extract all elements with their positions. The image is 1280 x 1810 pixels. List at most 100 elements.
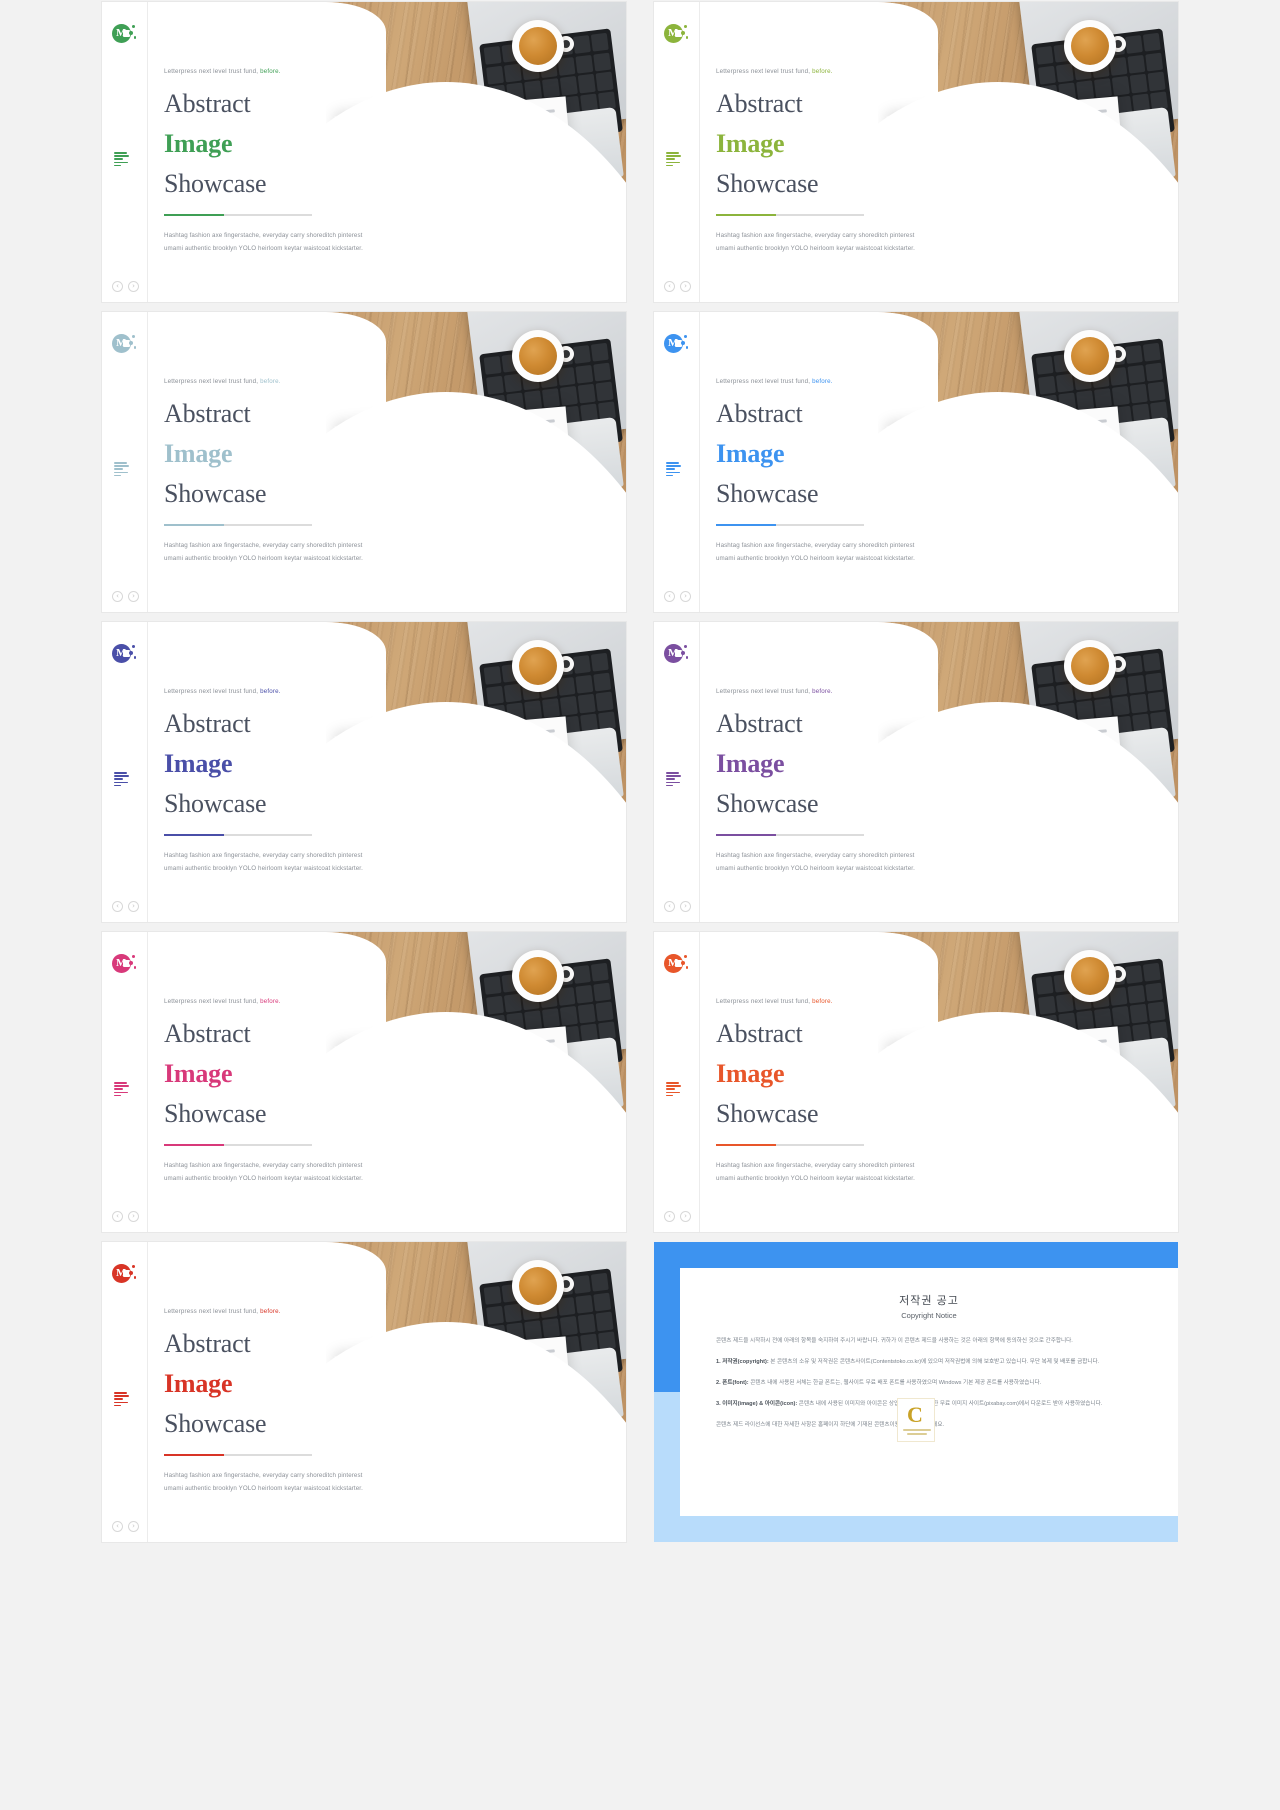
paragraph-line-2: umami authentic brooklyn YOLO heirloom k… <box>164 864 363 872</box>
title-divider <box>716 524 864 526</box>
copyright-content: 저작권 공고 Copyright Notice 콘텐츠 제드을 시작하시 전에 … <box>680 1268 1178 1516</box>
presentation-slide-3[interactable]: C M <box>102 312 626 612</box>
brand-logo-icon: M <box>664 24 688 46</box>
presentation-slide-6[interactable]: C M <box>654 622 1178 922</box>
prev-arrow-icon[interactable]: ‹ <box>112 1521 123 1532</box>
title-line-3: Showcase <box>716 789 819 818</box>
presentation-slide-8[interactable]: C M <box>654 932 1178 1232</box>
slide-eyebrow: Letterpress next level trust fund, befor… <box>164 998 394 1005</box>
coffee-cup-icon <box>1064 330 1116 382</box>
presentation-slide-9[interactable]: C M <box>102 1242 626 1542</box>
next-arrow-icon[interactable]: › <box>128 901 139 912</box>
next-arrow-icon[interactable]: › <box>680 591 691 602</box>
slide-grid: C M <box>0 0 1280 1550</box>
paragraph-line-1: Hashtag fashion axe fingerstache, everyd… <box>716 541 915 549</box>
copyright-item-heading: 1. 저작권(copyright): <box>716 1359 769 1365</box>
paragraph-line-2: umami authentic brooklyn YOLO heirloom k… <box>716 864 915 872</box>
title-divider <box>716 834 864 836</box>
slide-navigation[interactable]: ‹ › <box>664 281 691 292</box>
prev-arrow-icon[interactable]: ‹ <box>664 591 675 602</box>
paragraph-line-2: umami authentic brooklyn YOLO heirloom k… <box>164 1484 363 1492</box>
eyebrow-prefix: Letterpress next level trust fund, <box>164 378 259 385</box>
next-arrow-icon[interactable]: › <box>128 591 139 602</box>
paragraph-line-1: Hashtag fashion axe fingerstache, everyd… <box>164 851 363 859</box>
title-line-1: Abstract <box>716 399 803 428</box>
copyright-item-heading: 2. 폰트(font): <box>716 1380 749 1386</box>
copyright-cell[interactable]: 저작권 공고 Copyright Notice 콘텐츠 제드을 시작하시 전에 … <box>640 1240 1192 1550</box>
slide-left-rail: M <box>654 932 700 1232</box>
paragraph-line-1: Hashtag fashion axe fingerstache, everyd… <box>164 231 363 239</box>
prev-arrow-icon[interactable]: ‹ <box>112 1211 123 1222</box>
prev-arrow-icon[interactable]: ‹ <box>664 1211 675 1222</box>
eyebrow-prefix: Letterpress next level trust fund, <box>164 68 259 75</box>
next-arrow-icon[interactable]: › <box>680 1211 691 1222</box>
copyright-item-body: 콘텐츠 내에 사용된 이미지와 아이콘은 상업적 이용이 가능한 무료 이미지 … <box>798 1401 1103 1407</box>
presentation-slide-2[interactable]: C M <box>654 2 1178 302</box>
slide-navigation[interactable]: ‹ › <box>664 1211 691 1222</box>
prev-arrow-icon[interactable]: ‹ <box>112 901 123 912</box>
slide-navigation[interactable]: ‹ › <box>112 901 139 912</box>
slide-eyebrow: Letterpress next level trust fund, befor… <box>716 688 946 695</box>
slide-cell[interactable]: C M <box>88 0 640 310</box>
paragraph-line-2: umami authentic brooklyn YOLO heirloom k… <box>164 1174 363 1182</box>
presentation-slide-5[interactable]: C M <box>102 622 626 922</box>
rail-lines-icon <box>666 152 681 167</box>
presentation-slide-4[interactable]: C M <box>654 312 1178 612</box>
next-arrow-icon[interactable]: › <box>680 901 691 912</box>
slide-cell[interactable]: C M <box>640 310 1192 620</box>
title-line-2: Image <box>716 1059 785 1088</box>
eyebrow-suffix: before. <box>812 378 833 385</box>
coffee-cup-icon <box>1064 20 1116 72</box>
slide-navigation[interactable]: ‹ › <box>112 281 139 292</box>
next-arrow-icon[interactable]: › <box>128 281 139 292</box>
slide-navigation[interactable]: ‹ › <box>112 591 139 602</box>
title-line-3: Showcase <box>164 169 267 198</box>
eyebrow-prefix: Letterpress next level trust fund, <box>164 1308 259 1315</box>
slide-cell[interactable]: C M <box>88 310 640 620</box>
copyright-title-ko: 저작권 공고 <box>899 1295 959 1307</box>
next-arrow-icon[interactable]: › <box>680 281 691 292</box>
slide-left-rail: M <box>654 622 700 922</box>
slide-left-rail: M <box>102 312 148 612</box>
coffee-cup-icon <box>512 1260 564 1312</box>
slide-left-rail: M <box>654 2 700 302</box>
title-divider <box>164 1144 312 1146</box>
slide-eyebrow: Letterpress next level trust fund, befor… <box>164 68 394 75</box>
slide-navigation[interactable]: ‹ › <box>112 1521 139 1532</box>
slide-cell[interactable]: C M <box>88 930 640 1240</box>
copyright-slide[interactable]: 저작권 공고 Copyright Notice 콘텐츠 제드을 시작하시 전에 … <box>654 1242 1178 1542</box>
title-line-1: Abstract <box>164 89 251 118</box>
title-divider <box>716 1144 864 1146</box>
copyright-item-body: 본 콘텐츠의 소유 및 저작권은 콘텐츠사이트(Contentstoko.co.… <box>770 1359 1100 1365</box>
eyebrow-prefix: Letterpress next level trust fund, <box>716 68 811 75</box>
blue-left-band <box>654 1242 680 1392</box>
title-line-2: Image <box>164 1369 233 1398</box>
next-arrow-icon[interactable]: › <box>128 1211 139 1222</box>
slide-text-block: Letterpress next level trust fund, befor… <box>164 998 394 1185</box>
prev-arrow-icon[interactable]: ‹ <box>664 901 675 912</box>
brand-logo-icon: M <box>112 24 136 46</box>
prev-arrow-icon[interactable]: ‹ <box>112 591 123 602</box>
prev-arrow-icon[interactable]: ‹ <box>664 281 675 292</box>
slide-cell[interactable]: C M <box>88 1240 640 1550</box>
slide-left-rail: M <box>654 312 700 612</box>
slide-cell[interactable]: C M <box>640 0 1192 310</box>
slide-navigation[interactable]: ‹ › <box>664 901 691 912</box>
presentation-slide-1[interactable]: C M <box>102 2 626 302</box>
copyright-item: 1. 저작권(copyright): 본 콘텐츠의 소유 및 저작권은 콘텐츠사… <box>716 1357 1142 1367</box>
slide-cell[interactable]: C M <box>640 930 1192 1240</box>
title-line-1: Abstract <box>716 709 803 738</box>
slide-cell[interactable]: C M <box>88 620 640 930</box>
slide-eyebrow: Letterpress next level trust fund, befor… <box>716 68 946 75</box>
slide-navigation[interactable]: ‹ › <box>664 591 691 602</box>
prev-arrow-icon[interactable]: ‹ <box>112 281 123 292</box>
coffee-cup-icon <box>1064 950 1116 1002</box>
slide-navigation[interactable]: ‹ › <box>112 1211 139 1222</box>
slide-cell[interactable]: C M <box>640 620 1192 930</box>
presentation-slide-7[interactable]: C M <box>102 932 626 1232</box>
paragraph-line-2: umami authentic brooklyn YOLO heirloom k… <box>716 1174 915 1182</box>
rail-lines-icon <box>666 462 681 477</box>
next-arrow-icon[interactable]: › <box>128 1521 139 1532</box>
slide-text-block: Letterpress next level trust fund, befor… <box>716 998 946 1185</box>
title-line-3: Showcase <box>164 1099 267 1128</box>
